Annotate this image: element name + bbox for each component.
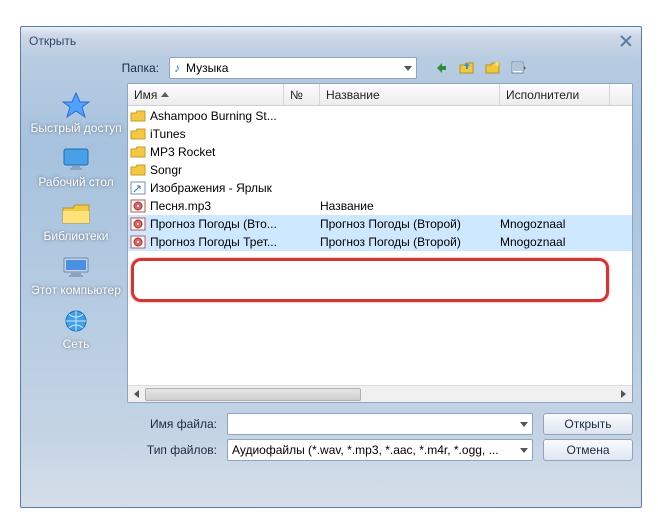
file-row[interactable]: Песня.mp3 Название: [128, 197, 632, 215]
chevron-down-icon[interactable]: [404, 66, 412, 71]
scroll-left-button[interactable]: [128, 386, 145, 403]
new-folder-button[interactable]: [483, 59, 503, 77]
header-name[interactable]: Имя: [128, 84, 284, 105]
music-icon: ♪: [174, 61, 180, 75]
close-icon[interactable]: [619, 34, 633, 48]
filetype-label: Тип файлов:: [127, 443, 227, 457]
view-menu-button[interactable]: [509, 59, 529, 77]
dialog-title: Открыть: [29, 34, 76, 48]
file-name: MP3 Rocket: [150, 145, 215, 159]
folder-value: Музыка: [186, 61, 398, 75]
scroll-track[interactable]: [145, 386, 615, 403]
open-dialog: Открыть Папка: ♪ Музыка: [20, 26, 642, 508]
file-title: Название: [320, 199, 500, 213]
back-button[interactable]: [431, 59, 451, 77]
chevron-down-icon[interactable]: [520, 422, 528, 427]
file-name: iTunes: [150, 127, 186, 141]
file-name: Ashampoo Burning St...: [150, 109, 277, 123]
place-quick-access[interactable]: Быстрый доступ: [33, 91, 119, 135]
place-network[interactable]: Сеть: [33, 307, 119, 351]
file-artist: Mnogoznaal: [500, 217, 610, 231]
horizontal-scrollbar[interactable]: [128, 385, 632, 402]
file-artist: Mnogoznaal: [500, 235, 610, 249]
file-name: Прогноз Погоды Трет...: [150, 235, 277, 249]
filename-input[interactable]: [227, 413, 533, 435]
open-button[interactable]: Открыть: [543, 413, 633, 435]
file-row[interactable]: Ashampoo Burning St...: [128, 107, 632, 125]
sort-asc-icon: [161, 92, 169, 97]
file-title: Прогноз Погоды (Второй): [320, 235, 500, 249]
file-name: Песня.mp3: [150, 199, 211, 213]
scroll-right-button[interactable]: [615, 386, 632, 403]
folder-label: Папка:: [29, 61, 169, 75]
file-row[interactable]: MP3 Rocket: [128, 143, 632, 161]
titlebar: Открыть: [21, 27, 641, 55]
file-list: Имя № Название Исполнители Ashampoo Burn…: [127, 83, 633, 403]
file-row[interactable]: Прогноз Погоды (Вто... Прогноз Погоды (Вт…: [128, 215, 632, 233]
folder-combo[interactable]: ♪ Музыка: [169, 57, 417, 79]
header-no[interactable]: №: [284, 84, 320, 105]
place-desktop[interactable]: Рабочий стол: [33, 145, 119, 189]
filename-label: Имя файла:: [127, 417, 227, 431]
file-row[interactable]: Изображения - Ярлык: [128, 179, 632, 197]
file-row[interactable]: iTunes: [128, 125, 632, 143]
file-row[interactable]: Songr: [128, 161, 632, 179]
place-libraries[interactable]: Библиотеки: [33, 199, 119, 243]
header-title[interactable]: Название: [320, 84, 500, 105]
places-bar: Быстрый доступ Рабочий стол Библиотеки Э…: [29, 83, 123, 465]
chevron-down-icon[interactable]: [520, 448, 528, 453]
toolbar: [431, 59, 529, 77]
file-name: Изображения - Ярлык: [150, 181, 272, 195]
scroll-thumb[interactable]: [145, 388, 361, 401]
column-headers: Имя № Название Исполнители: [128, 84, 632, 106]
file-title: Прогноз Погоды (Второй): [320, 217, 500, 231]
file-name: Прогноз Погоды (Вто...: [150, 217, 277, 231]
place-this-pc[interactable]: Этот компьютер: [33, 253, 119, 297]
file-row[interactable]: Прогноз Погоды Трет... Прогноз Погоды (Вт…: [128, 233, 632, 251]
up-folder-button[interactable]: [457, 59, 477, 77]
file-name: Songr: [150, 163, 182, 177]
header-artists[interactable]: Исполнители: [500, 84, 610, 105]
cancel-button[interactable]: Отмена: [543, 439, 633, 461]
filetype-combo[interactable]: Аудиофайлы (*.wav, *.mp3, *.aac, *.m4r, …: [227, 439, 533, 461]
